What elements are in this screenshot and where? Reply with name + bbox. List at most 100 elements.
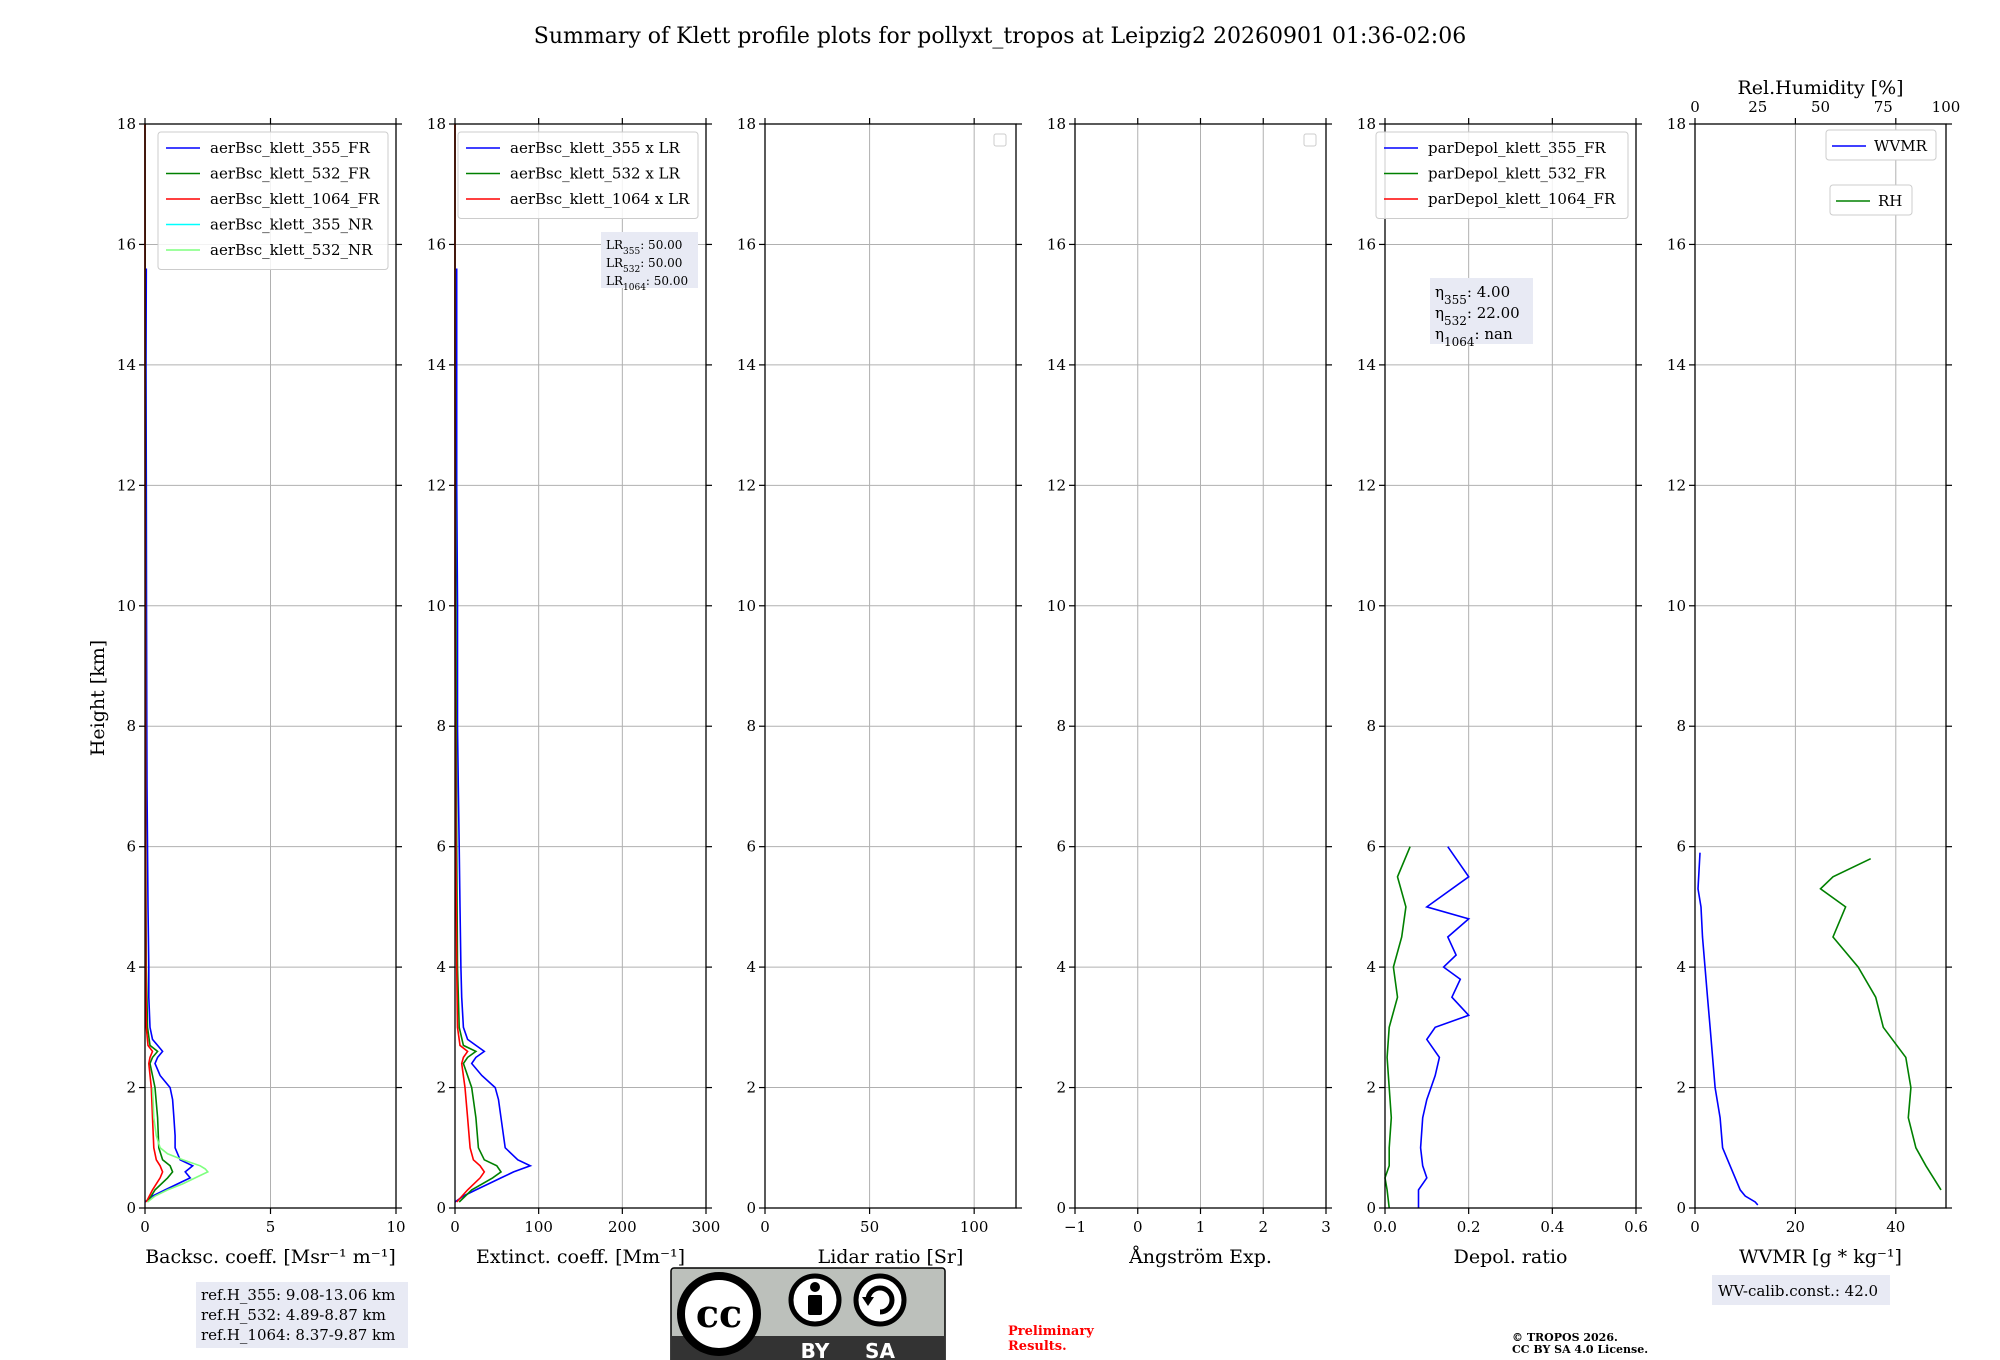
y-tick-label: 16 (117, 235, 136, 253)
y-tick-label: 4 (436, 958, 446, 976)
y-tick-label: 14 (427, 356, 446, 374)
y-tick-label: 4 (126, 958, 136, 976)
legend: parDepol_klett_355_FR parDepol_klett_532_… (1375, 131, 1629, 219)
y-tick-label: 14 (1667, 356, 1686, 374)
top-x-tick-label: 100 (1932, 98, 1961, 116)
y-axis-label: Height [km] (87, 640, 109, 756)
y-tick-label: 10 (117, 597, 136, 615)
y-tick-label: 8 (1676, 717, 1686, 735)
y-tick-label: 6 (746, 838, 756, 856)
x-tick-label: 5 (266, 1218, 276, 1236)
legend-label: parDepol_klett_1064_FR (1428, 190, 1616, 208)
empty-legend-box (993, 133, 1007, 147)
top-x-tick-label: 50 (1811, 98, 1830, 116)
panel-lidar-ratio: 0 2 4 6 8 10 12 14 16 18 0 50 100 Lidar ratio [Sr] (737, 115, 1022, 1268)
figure: Summary of Klett profile plots for polly… (87, 24, 1960, 1360)
y-tick-label: 16 (737, 235, 756, 253)
subplot-panels: 0246810121416180 5 10Backsc. coeff. [Msr⁻¹… (117, 77, 1960, 1348)
series-line-aerBsc_klett_532 x LR (454, 124, 503, 1203)
reference-height-line: ref.H_532: 4.89-8.87 km (201, 1306, 386, 1324)
series-line-RH (1819, 857, 1942, 1191)
x-axis-label: WVMR [g * kg⁻¹] (1739, 1246, 1902, 1268)
x-axis-label: Ångström Exp. (1128, 1246, 1272, 1268)
x-tick-label: 0.4 (1540, 1218, 1564, 1236)
license-sa-label: SA (865, 1339, 895, 1360)
figure-title: Summary of Klett profile plots for polly… (534, 24, 1466, 49)
legend-label: aerBsc_klett_1064_FR (210, 190, 380, 208)
empty-legend-box (1303, 133, 1317, 147)
x-axis-label: Extinct. coeff. [Mm⁻¹] (476, 1246, 685, 1268)
y-tick-label: 16 (427, 235, 446, 253)
y-tick-label: 14 (1047, 356, 1066, 374)
x-tick-label: 300 (692, 1218, 721, 1236)
y-tick-label: 10 (427, 597, 446, 615)
y-tick-label: 8 (126, 717, 136, 735)
y-tick-label: 10 (1357, 597, 1376, 615)
legend-label: parDepol_klett_532_FR (1428, 165, 1606, 183)
x-tick-label: 20 (1786, 1218, 1805, 1236)
x-axis-label: Depol. ratio (1454, 1246, 1568, 1268)
x-tick-label: 3 (1321, 1218, 1331, 1236)
x-tick-label: 50 (860, 1218, 879, 1236)
x-tick-label: 0 (140, 1218, 150, 1236)
y-tick-label: 0 (1366, 1199, 1376, 1217)
y-tick-label: 14 (1357, 356, 1376, 374)
y-tick-label: 0 (1676, 1199, 1686, 1217)
y-tick-label: 10 (1667, 597, 1686, 615)
panel-wvmr: 0246810121416180 20 40WVMR [g * kg⁻¹]0 25 50… (1667, 77, 1960, 1305)
series-line-aerBsc_klett_355_FR (144, 268, 195, 1203)
y-tick-label: 0 (1056, 1199, 1066, 1217)
series-line-WVMR (1697, 852, 1759, 1206)
y-tick-label: 12 (737, 476, 756, 494)
y-tick-label: 6 (436, 838, 446, 856)
y-tick-label: 8 (1366, 717, 1376, 735)
top-x-tick-label: 75 (1874, 98, 1893, 116)
panel-angstrom: 024681012141618−1 0 1 2 3Ångström Exp. (1047, 115, 1332, 1268)
panel-depol: 0 2 4 6 8 10 12 14 16 18 0.0 0.2 0.4 0.6 Depol. ratio p… (1357, 115, 1648, 1268)
y-tick-label: 18 (427, 115, 446, 133)
x-tick-label: 0.6 (1624, 1218, 1648, 1236)
legend-label: aerBsc_klett_532 x LR (510, 165, 681, 183)
y-tick-label: 6 (1056, 838, 1066, 856)
license-by-label: BY (801, 1339, 830, 1360)
series-line-parDepol_klett_355_FR (1417, 846, 1471, 1208)
legend: aerBsc_klett_355_FR aerBsc_klett_532_FRae… (157, 131, 389, 270)
attribution-head-icon (810, 1282, 820, 1292)
y-tick-label: 0 (126, 1199, 136, 1217)
cc-license-badge[interactable]: cc BY SA (670, 1267, 946, 1360)
x-tick-label: 200 (608, 1218, 637, 1236)
legend: WVMR RH (1825, 129, 1937, 216)
y-tick-label: 4 (1366, 958, 1376, 976)
y-tick-label: 18 (117, 115, 136, 133)
y-tick-label: 6 (126, 838, 136, 856)
legend-label: aerBsc_klett_355 x LR (510, 139, 681, 157)
y-tick-label: 2 (1366, 1079, 1376, 1097)
y-tick-label: 4 (746, 958, 756, 976)
top-axis-label: Rel.Humidity [%] (1737, 77, 1903, 99)
x-tick-label: 2 (1258, 1218, 1268, 1236)
legend-label: parDepol_klett_355_FR (1428, 139, 1606, 157)
x-tick-label: 0 (760, 1218, 770, 1236)
top-x-tick-label: 25 (1748, 98, 1767, 116)
y-tick-label: 0 (436, 1199, 446, 1217)
y-tick-label: 2 (126, 1079, 136, 1097)
y-tick-label: 18 (737, 115, 756, 133)
y-tick-label: 16 (1667, 235, 1686, 253)
reference-height-line: ref.H_1064: 8.37-9.87 km (201, 1326, 395, 1344)
x-axis-label: Lidar ratio [Sr] (818, 1246, 964, 1268)
copyright-line2: CC BY SA 4.0 License. (1512, 1343, 1648, 1356)
y-tick-label: 10 (1047, 597, 1066, 615)
y-tick-label: 6 (1366, 838, 1376, 856)
x-tick-label: 0.0 (1373, 1218, 1397, 1236)
lidar-ratio-info-line: LR1064: 50.00 (606, 274, 688, 293)
preliminary-results-line1: Preliminary (1008, 1324, 1094, 1339)
y-tick-label: 8 (1056, 717, 1066, 735)
series-line-aerBsc_klett_355 x LR (454, 268, 533, 1203)
x-tick-label: 40 (1886, 1218, 1905, 1236)
legend-label: aerBsc_klett_355_FR (210, 139, 370, 157)
y-tick-label: 12 (1357, 476, 1376, 494)
legend-label: aerBsc_klett_355_NR (210, 216, 373, 234)
share-alike-icon (853, 1273, 907, 1327)
y-tick-label: 16 (1047, 235, 1066, 253)
attribution-body-icon (808, 1295, 822, 1315)
